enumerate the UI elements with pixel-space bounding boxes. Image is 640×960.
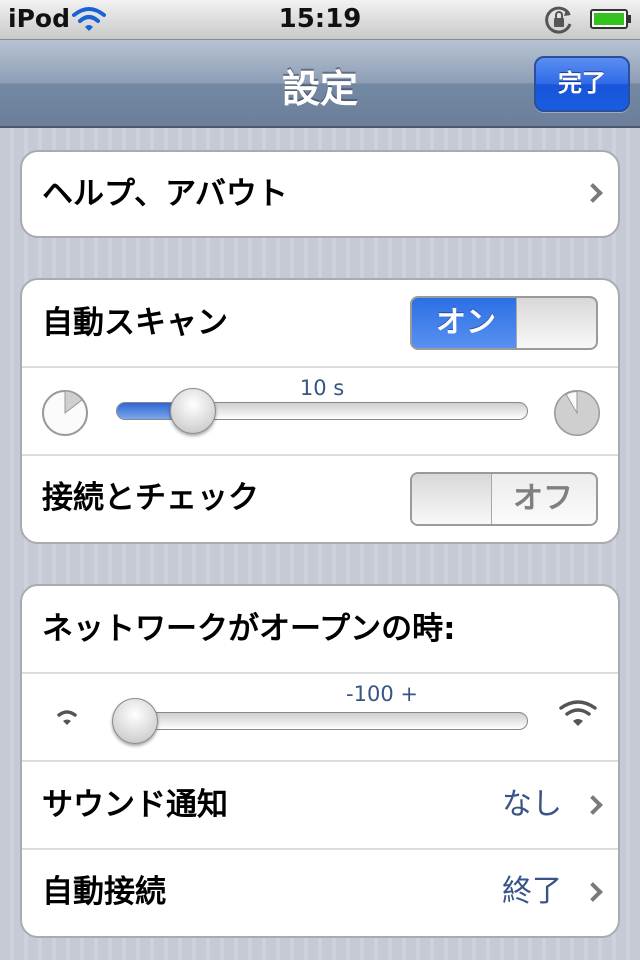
weak-signal-icon — [57, 710, 77, 725]
strong-signal-icon — [559, 700, 597, 726]
help-about-label: ヘルプ、アバウト — [42, 176, 288, 212]
battery-icon — [590, 9, 631, 29]
signal-slider-thumb[interactable] — [112, 698, 158, 744]
switch-knob — [516, 298, 596, 348]
sound-notification-row[interactable]: サウンド通知 なし — [22, 762, 618, 850]
help-section: ヘルプ、アバウト — [20, 150, 620, 238]
network-open-label: ネットワークがオープンの時: — [42, 611, 456, 647]
auto-scan-row: 自動スキャン オン — [22, 280, 618, 368]
chevron-right-icon — [583, 795, 603, 815]
interval-value-text: 10 s — [299, 376, 345, 400]
auto-scan-switch[interactable]: オン — [410, 296, 598, 350]
signal-slider-row: -100 + — [22, 674, 618, 762]
connect-check-label: 接続とチェック — [42, 480, 259, 516]
network-open-row: ネットワークがオープンの時: — [22, 586, 618, 674]
switch-off-text: オフ — [513, 481, 573, 516]
help-about-row[interactable]: ヘルプ、アバウト — [22, 152, 618, 236]
scan-section: 自動スキャン オン 10 s 接続とチェック オフ — [20, 278, 620, 544]
switch-knob — [412, 474, 492, 524]
timer-long-icon — [554, 390, 600, 436]
sound-notification-label: サウンド通知 — [42, 787, 228, 823]
interval-slider-thumb[interactable] — [170, 388, 216, 434]
connect-check-switch[interactable]: オフ — [410, 472, 598, 526]
navigation-bar: 設定 完了 — [0, 40, 640, 128]
chevron-right-icon — [583, 183, 603, 203]
auto-connect-value: 終了 — [502, 874, 562, 909]
interval-slider-row: 10 s — [22, 368, 618, 456]
auto-connect-row[interactable]: 自動接続 終了 — [22, 850, 618, 936]
network-section: ネットワークがオープンの時: -100 + サウンド通知 なし 自動接続 終了 — [20, 584, 620, 938]
auto-connect-label: 自動接続 — [42, 874, 166, 910]
switch-on-text: オン — [436, 305, 496, 340]
auto-scan-label: 自動スキャン — [42, 305, 228, 341]
status-bar: iPod 15:19 — [0, 0, 640, 40]
connect-check-row: 接続とチェック オフ — [22, 456, 618, 542]
chevron-right-icon — [583, 882, 603, 902]
sound-notification-value: なし — [502, 787, 562, 822]
signal-slider-track[interactable] — [116, 712, 528, 730]
rotation-lock-icon — [545, 6, 572, 34]
done-button[interactable]: 完了 — [534, 56, 630, 112]
